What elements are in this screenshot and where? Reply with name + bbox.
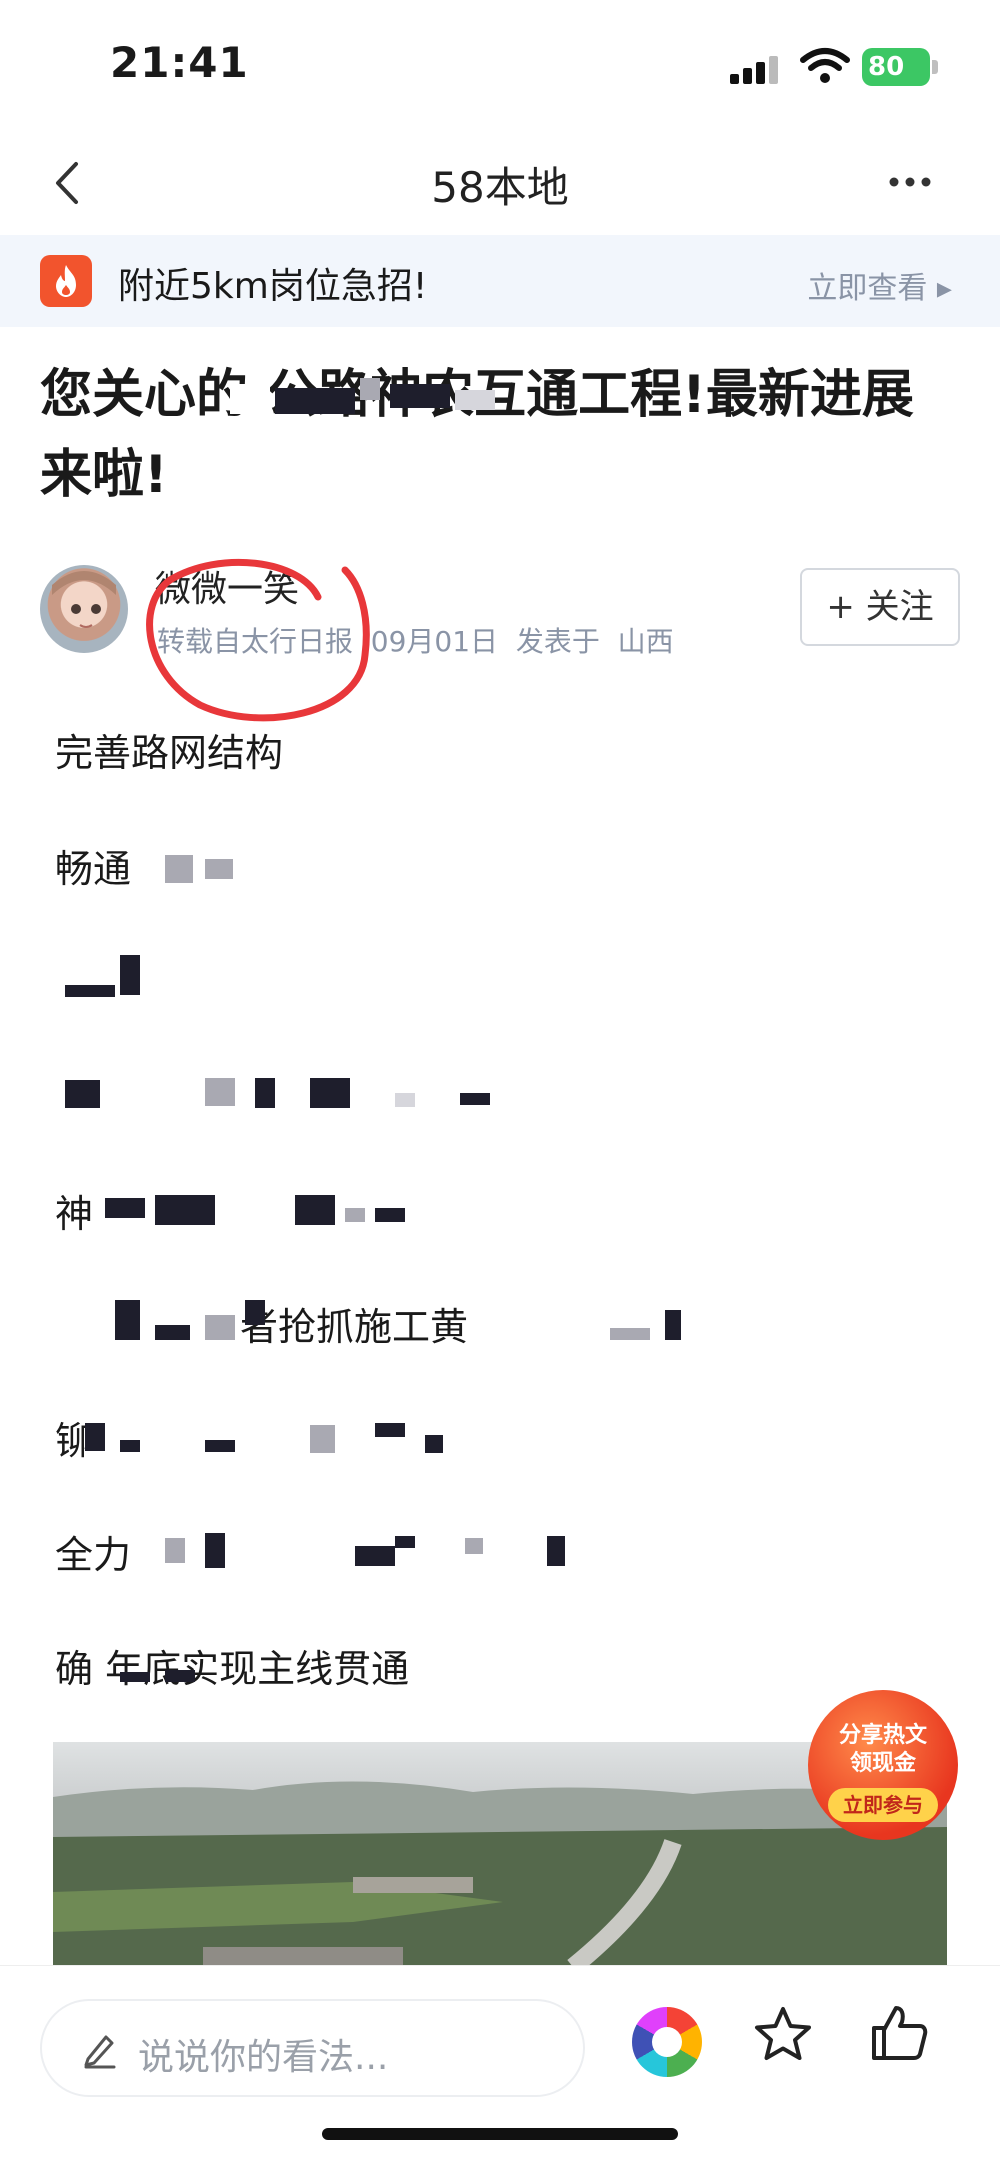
paragraph-mosaic [95, 1190, 495, 1230]
paragraph: 神 [55, 1192, 94, 1236]
star-icon[interactable] [752, 2004, 814, 2066]
paragraph-mosaic [65, 955, 195, 1000]
promo-join-button[interactable]: 立即参与 [828, 1788, 938, 1822]
signal-icon [730, 54, 782, 84]
title-mosaic [230, 370, 500, 420]
more-icon[interactable] [888, 170, 932, 194]
like-icon[interactable] [868, 2002, 930, 2064]
paragraph-mosaic [65, 1075, 505, 1115]
red-circle-annotation [146, 558, 370, 722]
paragraph-mosaic [135, 845, 355, 885]
nav-bar: 58本地 [0, 130, 1000, 235]
author-avatar[interactable] [40, 565, 128, 653]
promo-text: 分享热文 领现金 [790, 1722, 976, 1778]
paragraph-mosaic [165, 1528, 585, 1568]
paragraph-mosaic [55, 1300, 695, 1340]
paragraph-mosaic [120, 1668, 240, 1688]
comment-placeholder: 说说你的看法... [138, 2037, 389, 2078]
paragraph: 畅通 [55, 847, 132, 891]
comment-input[interactable]: 说说你的看法... [40, 1999, 585, 2097]
status-bar: 21:41 80 [0, 0, 1000, 130]
page-title: 58本地 [431, 163, 569, 212]
battery-icon: 80 [862, 48, 930, 86]
home-indicator [322, 2128, 678, 2140]
paragraph: 全力 [55, 1533, 132, 1577]
article-title: 您关心的 公路神农互通工程!最新进展来啦! [40, 365, 914, 505]
banner-text: 附近5km岗位急招! [118, 266, 428, 307]
paragraph-mosaic [85, 1415, 465, 1455]
share-icon[interactable] [632, 2007, 702, 2077]
fire-icon [40, 255, 92, 307]
paragraph: 完善路网结构 [55, 731, 284, 775]
status-time: 21:41 [110, 38, 249, 87]
banner-view-link[interactable]: 立即查看 ▸ [807, 263, 952, 307]
battery-level: 80 [868, 52, 905, 82]
promo-line1: 分享热文 [838, 1723, 927, 1748]
job-banner[interactable]: 附近5km岗位急招! 立即查看 ▸ [0, 235, 1000, 327]
share-cash-promo[interactable]: 分享热文 领现金 立即参与 [790, 1690, 970, 1850]
banner-view-link-label: 立即查看 [807, 271, 928, 306]
wifi-icon [800, 48, 850, 83]
pencil-icon [84, 2035, 116, 2069]
promo-line2: 领现金 [849, 1751, 916, 1776]
follow-button[interactable]: + 关注 [800, 568, 960, 646]
battery-tip [932, 60, 938, 74]
